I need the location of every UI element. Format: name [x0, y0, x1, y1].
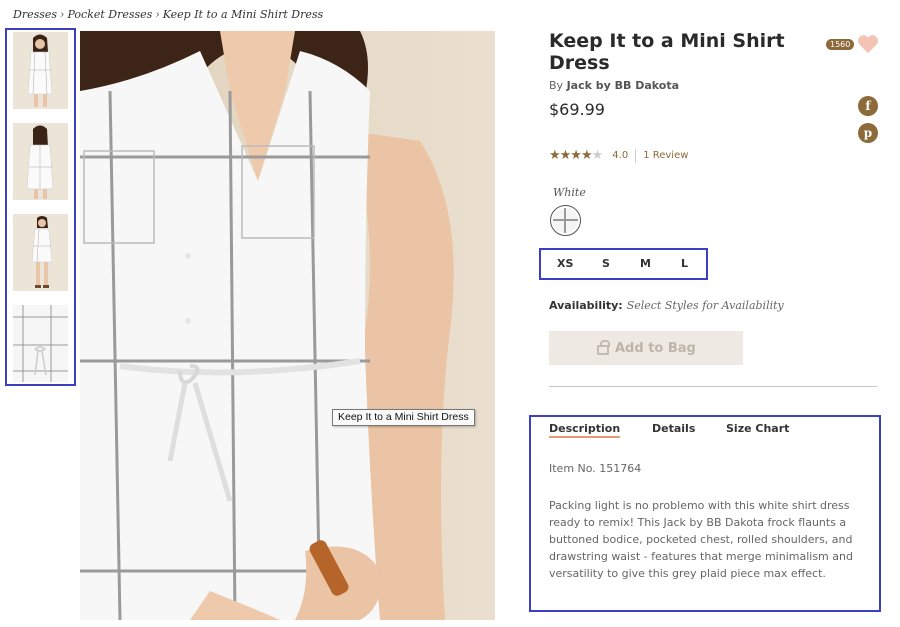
availability-value: Select Styles for Availability — [626, 299, 784, 312]
brand-link[interactable]: Jack by BB Dakota — [567, 79, 679, 92]
main-product-image[interactable] — [80, 31, 495, 620]
description-text: Packing light is no problemo with this w… — [549, 499, 853, 580]
product-title: Keep It to a Mini Shirt Dress — [549, 30, 785, 74]
plaid-swatch-icon — [553, 208, 578, 233]
size-option-l[interactable]: L — [681, 257, 688, 270]
image-tooltip: Keep It to a Mini Shirt Dress — [332, 409, 475, 426]
thumbnail-back[interactable] — [13, 123, 68, 200]
divider — [549, 386, 877, 387]
breadcrumb: Dresses › Pocket Dresses › Keep It to a Mini… — [13, 8, 323, 21]
size-option-xs[interactable]: XS — [557, 257, 573, 270]
breadcrumb-current: Keep It to a Mini Shirt Dress — [162, 8, 324, 21]
color-label: White — [553, 186, 586, 199]
review-count-link[interactable]: 1 Review — [643, 150, 688, 161]
facebook-icon[interactable]: f — [858, 96, 878, 116]
add-to-bag-button[interactable]: Add to Bag — [549, 331, 743, 365]
tab-details[interactable]: Details — [652, 422, 695, 435]
rating-value: 4.0 — [612, 150, 629, 161]
size-option-s[interactable]: S — [602, 257, 610, 270]
rating-row: ★★★★★ 4.0 1 Review — [549, 148, 688, 163]
shopping-bag-icon — [597, 339, 610, 355]
star-rating-icon: ★★★★★ — [549, 148, 603, 163]
tab-description[interactable]: Description — [549, 422, 621, 438]
brand-byline: By Jack by BB Dakota — [549, 79, 679, 92]
pinterest-icon[interactable]: p — [858, 123, 878, 143]
rating-divider — [635, 148, 637, 163]
thumbnail-gallery — [5, 28, 76, 386]
item-number: Item No. 151764 — [549, 462, 642, 475]
availability-label: Availability: — [549, 299, 623, 312]
description-panel: Description Details Size Chart Item No. … — [529, 415, 881, 612]
heart-icon[interactable] — [857, 34, 879, 54]
thumbnail-full[interactable] — [13, 214, 68, 291]
thumbnail-front[interactable] — [13, 32, 68, 109]
product-price: $69.99 — [549, 100, 605, 119]
size-selector: XS S M L — [539, 248, 708, 280]
breadcrumb-separator: › — [60, 8, 65, 21]
add-to-bag-label: Add to Bag — [615, 340, 696, 356]
thumbnail-detail[interactable] — [13, 305, 68, 382]
color-swatch-white[interactable] — [550, 205, 581, 236]
tab-size-chart[interactable]: Size Chart — [726, 422, 789, 435]
size-option-m[interactable]: M — [640, 257, 651, 270]
favorites-count-badge: 1560 — [826, 39, 855, 50]
breadcrumb-dresses[interactable]: Dresses — [13, 8, 57, 21]
availability: Availability: Select Styles for Availabil… — [549, 299, 784, 312]
breadcrumb-pocket-dresses[interactable]: Pocket Dresses — [67, 8, 152, 21]
by-label: By — [549, 79, 564, 92]
breadcrumb-separator: › — [155, 8, 160, 21]
